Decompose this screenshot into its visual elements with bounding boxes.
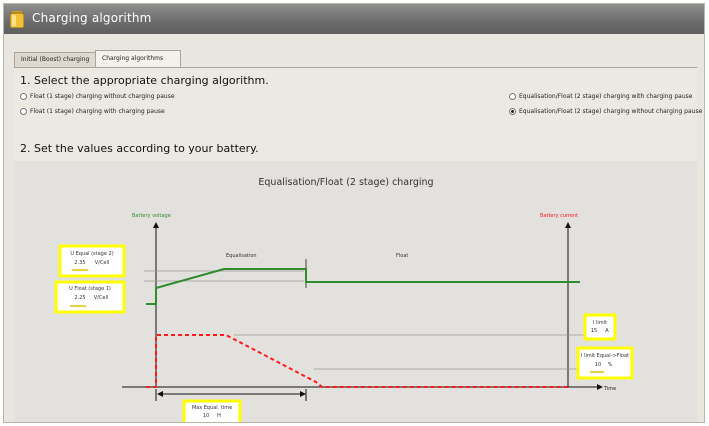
radio-label: Float (1 stage) charging with charging p… — [30, 108, 165, 115]
u-equal-value[interactable]: 2.35 — [74, 260, 85, 266]
time-label: Time — [603, 386, 616, 392]
phase-float-label: Float — [396, 253, 408, 259]
charging-diagram: Equalisation/Float (2 stage) charging Ba… — [14, 161, 697, 422]
radio-float-with-pause[interactable]: Float (1 stage) charging with charging p… — [20, 108, 165, 115]
radio-selected-icon — [509, 108, 516, 115]
u-equal-label: U Equal (stage 2) — [70, 251, 113, 257]
diagram-title: Equalisation/Float (2 stage) charging — [258, 177, 433, 188]
u-float-field[interactable]: U Float (stage 1) 2.25 V/Cell — [54, 280, 126, 314]
battery-current-label: Battery current — [540, 213, 578, 219]
max-equal-time-unit: H — [217, 413, 221, 419]
radio-label: Equalisation/Float (2 stage) charging wi… — [519, 108, 703, 115]
u-float-unit: V/Cell — [94, 295, 108, 301]
phase-equalisation-label: Equalisation — [226, 253, 257, 259]
radio-button-icon — [20, 108, 27, 115]
radio-float-without-pause[interactable]: Float (1 stage) charging without chargin… — [20, 93, 175, 100]
section1-heading: 1. Select the appropriate charging algor… — [20, 74, 269, 87]
i-limit-equal-float-unit: % — [608, 362, 613, 368]
title-bar: Charging algorithm — [4, 4, 704, 34]
tab-charging-algorithms[interactable]: Charging algorithms — [95, 50, 181, 67]
window: Charging algorithm Initial (Boost) charg… — [3, 3, 705, 423]
radio-equal-float-with-pause[interactable]: Equalisation/Float (2 stage) charging wi… — [509, 93, 692, 100]
max-equal-time-value[interactable]: 10 — [203, 413, 209, 419]
max-equal-time-label: Max Equal. time — [192, 405, 232, 411]
voltage-curve — [146, 268, 580, 305]
window-title: Charging algorithm — [32, 11, 152, 25]
max-equal-time-field[interactable]: Max Equal. time 10 H — [182, 399, 242, 422]
u-float-label: U Float (stage 1) — [69, 286, 111, 292]
i-limit-field[interactable]: I limit 15 A — [583, 313, 617, 341]
radio-button-icon — [20, 93, 27, 100]
charging-diagram-svg: Equalisation/Float (2 stage) charging Ba… — [54, 177, 634, 422]
i-limit-value[interactable]: 15 — [591, 328, 597, 334]
battery-voltage-label: Battery voltage — [132, 213, 171, 219]
radio-label: Equalisation/Float (2 stage) charging wi… — [519, 93, 693, 100]
i-limit-unit: A — [605, 328, 609, 334]
section2-heading: 2. Set the values according to your batt… — [20, 142, 259, 155]
u-equal-unit: V/Cell — [95, 260, 109, 266]
i-limit-equal-float-value[interactable]: 10 — [595, 362, 601, 368]
u-equal-field[interactable]: U Equal (stage 2) 2.35 V/Cell — [58, 244, 126, 278]
u-float-value[interactable]: 2.25 — [74, 295, 85, 301]
radio-equal-float-without-pause[interactable]: Equalisation/Float (2 stage) charging wi… — [509, 108, 702, 115]
radio-button-icon — [509, 93, 516, 100]
i-limit-equal-float-field[interactable]: I limit Equal->Float 10 % — [576, 346, 634, 380]
current-curve — [146, 334, 568, 388]
i-limit-equal-float-label: I limit Equal->Float — [581, 353, 629, 359]
radio-label: Float (1 stage) charging without chargin… — [30, 93, 175, 100]
tab-initial-boost-charging[interactable]: Initial (Boost) charging — [14, 52, 98, 67]
battery-icon — [10, 11, 24, 28]
i-limit-label: I limit — [593, 320, 607, 326]
